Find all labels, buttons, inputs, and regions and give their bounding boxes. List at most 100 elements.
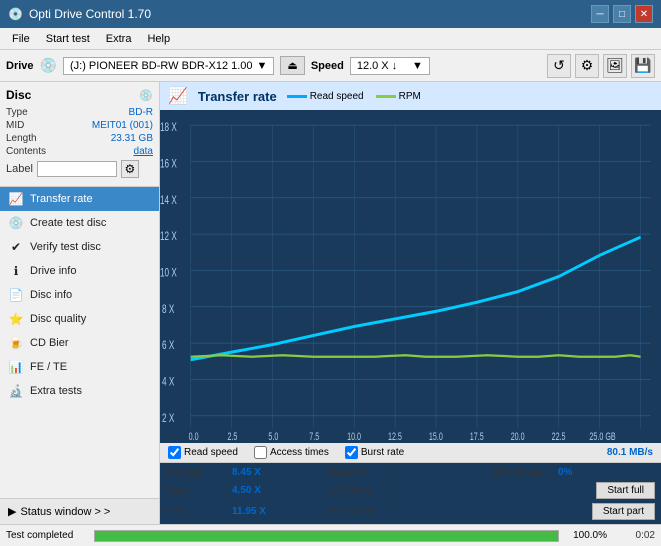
access-times-checkbox[interactable]: Access times [254,446,329,459]
sidebar-item-extra-tests[interactable]: 🔬Extra tests [0,379,159,403]
progress-pct: 100.0% [567,530,607,541]
svg-text:10 X: 10 X [160,267,177,280]
sidebar-item-drive-info[interactable]: ℹ Drive info [0,259,159,283]
svg-text:12.5: 12.5 [388,431,402,443]
sidebar-item-disc-quality[interactable]: ⭐Disc quality [0,307,159,331]
stat-random: Random - [329,467,492,478]
disc-panel: Disc 💿 Type BD-R MID MEIT01 (001) Length… [0,82,159,187]
svg-text:16 X: 16 X [160,158,177,171]
burst-rate-checkbox[interactable]: Burst rate [345,446,404,459]
nav-label-fe-te: FE / TE [30,361,67,373]
nav-label-drive-info: Drive info [30,265,76,277]
status-window-button[interactable]: ▶ Status window > > [0,498,159,524]
disc-label-button[interactable]: ⚙ [121,160,139,178]
close-button[interactable]: ✕ [635,5,653,23]
chart-title: Transfer rate [198,89,277,104]
sidebar-item-cd-bier[interactable]: 🍺 CD Bier [0,331,159,355]
access-times-check-input[interactable] [254,446,267,459]
drive-selector[interactable]: (J:) PIONEER BD-RW BDR-X12 1.00 ▼ [63,57,274,75]
svg-text:2.5: 2.5 [227,431,237,443]
disc-mid-value: MEIT01 (001) [92,120,153,131]
menu-extra[interactable]: Extra [98,31,140,47]
speed-selector[interactable]: 12.0 X ↓ ▼ [350,57,430,75]
start-part-button[interactable]: Start part [592,503,655,520]
nav-menu: 📈 Transfer rate 💿Create test disc✔Verify t… [0,187,159,403]
progress-bar-container [94,530,559,542]
disc-label-label: Label [6,163,33,175]
disc-contents-value[interactable]: data [134,146,153,157]
disc-label-row: Label ⚙ [6,158,153,180]
svg-text:4 X: 4 X [162,376,174,389]
maximize-button[interactable]: □ [613,5,631,23]
title-bar-controls: ─ □ ✕ [591,5,653,23]
stat-start: Start 4.50 X [166,485,329,496]
svg-text:12 X: 12 X [160,231,177,244]
drive-value: (J:) PIONEER BD-RW BDR-X12 1.00 [70,60,253,72]
disc-length-label: Length [6,133,37,144]
disc-type-row: Type BD-R [6,106,153,119]
image-button[interactable]: 🖼 [603,54,627,78]
speed-dropdown-icon: ▼ [412,60,423,72]
cpu-label: CPU usage [492,467,552,478]
status-window-icon: ▶ [8,505,16,518]
chart-icon: 📈 [168,86,188,106]
stroke13-value: - [395,485,398,496]
speed-label: Speed [311,60,344,72]
menu-file[interactable]: File [4,31,38,47]
legend-rpm-color [376,95,396,98]
content-area: 📈 Transfer rate Read speed RPM [160,82,661,524]
disc-length-row: Length 23.31 GB [6,132,153,145]
nav-label-cd-bier: CD Bier [30,337,69,349]
burst-rate-check-input[interactable] [345,446,358,459]
read-speed-check-input[interactable] [168,446,181,459]
chart-svg: 18 X 16 X 14 X 12 X 10 X 8 X 6 X 4 X 2 X… [160,110,661,443]
sidebar-item-verify-test-disc[interactable]: ✔Verify test disc [0,235,159,259]
refresh-button[interactable]: ↺ [547,54,571,78]
read-speed-checkbox[interactable]: Read speed [168,446,238,459]
nav-icon-disc-info: 📄 [8,288,24,302]
minimize-button[interactable]: ─ [591,5,609,23]
eject-button[interactable]: ⏏ [280,56,304,75]
stat-end: End 11.95 X [166,506,329,517]
drive-icon: 💿 [40,57,57,74]
legend-read-color [287,95,307,98]
stat-fullstroke: Full stroke - [329,506,492,517]
stat-stroke13: 1/3 stroke - [329,485,492,496]
nav-icon-cd-bier: 🍺 [8,336,24,350]
cpu-value: 0% [558,467,572,478]
nav-icon-transfer-rate: 📈 [8,192,24,206]
svg-text:17.5: 17.5 [470,431,484,443]
nav-icon-extra-tests: 🔬 [8,384,24,398]
nav-label-disc-info: Disc info [30,289,72,301]
menu-help[interactable]: Help [139,31,178,47]
random-value: - [395,467,398,478]
nav-label-create-test-disc: Create test disc [30,217,106,229]
stat-cpu: CPU usage 0% [492,467,655,478]
sidebar-item-transfer-rate[interactable]: 📈 Transfer rate [0,187,159,211]
sidebar-item-disc-info[interactable]: 📄 Disc info [0,283,159,307]
chart-area: 18 X 16 X 14 X 12 X 10 X 8 X 6 X 4 X 2 X… [160,110,661,443]
svg-text:14 X: 14 X [160,194,177,207]
app-title: Opti Drive Control 1.70 [29,7,151,21]
disc-type-value: BD-R [129,107,153,118]
nav-icon-disc-quality: ⭐ [8,312,24,326]
main-area: Disc 💿 Type BD-R MID MEIT01 (001) Length… [0,82,661,524]
disc-label-input[interactable] [37,161,117,177]
settings-button[interactable]: ⚙ [575,54,599,78]
sidebar-item-fe-te[interactable]: 📊FE / TE [0,355,159,379]
save-button[interactable]: 💾 [631,54,655,78]
start-full-button[interactable]: Start full [596,482,655,499]
disc-contents-label: Contents [6,146,46,157]
status-bar: Test completed 100.0% 0:02 [0,524,661,546]
sidebar-item-create-test-disc[interactable]: 💿Create test disc [0,211,159,235]
disc-mid-label: MID [6,120,24,131]
menu-start-test[interactable]: Start test [38,31,98,47]
chart-legend: Read speed RPM [287,91,421,102]
nav-icon-drive-info: ℹ [8,264,24,278]
fullstroke-label: Full stroke [329,506,389,517]
svg-text:20.0: 20.0 [511,431,525,443]
stat-start-full-cell: Start full [492,482,655,499]
nav-label-transfer-rate: Transfer rate [30,193,93,205]
time-remaining: 0:02 [615,530,655,541]
svg-text:8 X: 8 X [162,303,174,316]
